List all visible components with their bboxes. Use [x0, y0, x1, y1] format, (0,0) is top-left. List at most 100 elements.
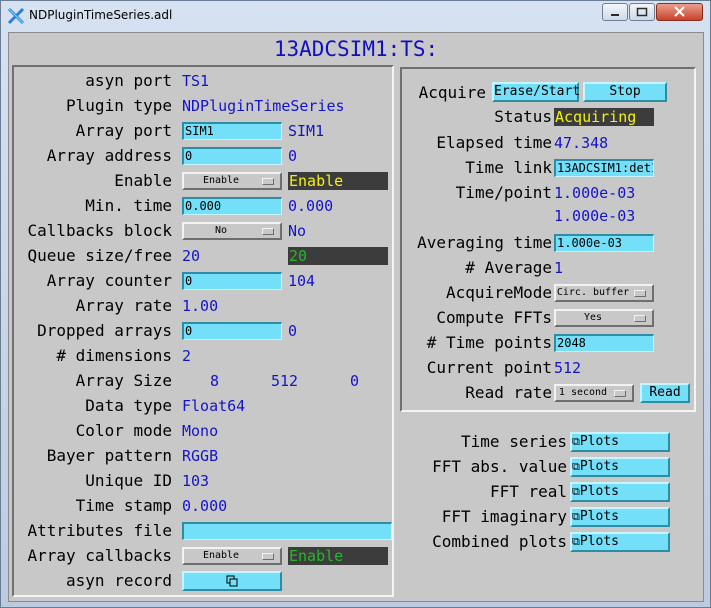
related-display-icon: ⧉ — [572, 435, 580, 448]
array-address-label: Array address — [46, 146, 172, 165]
fft-real-label: FFT real — [489, 482, 567, 501]
dimensions-label: # dimensions — [56, 346, 172, 365]
dimensions-value: 2 — [182, 347, 192, 365]
compute-ffts-menu-value: Yes — [583, 312, 603, 323]
minimize-button[interactable] — [602, 3, 628, 21]
array-port-readback: SIM1 — [288, 122, 325, 140]
time-link-label: Time link — [465, 158, 552, 177]
fft-imag-plots-button[interactable]: ⧉Plots — [570, 507, 670, 527]
current-point-value: 512 — [554, 359, 582, 377]
related-display-icon — [226, 575, 238, 587]
read-button[interactable]: Read — [640, 383, 690, 403]
combined-plots-label: Plots — [579, 534, 619, 549]
array-size-1: 512 — [271, 372, 299, 390]
read-rate-menu[interactable]: 1 second — [554, 384, 634, 402]
asyn-record-button[interactable] — [182, 571, 282, 591]
app-window: NDPluginTimeSeries.adl 13ADCSIM1:TS: asy… — [0, 0, 711, 608]
menu-indicator-icon — [262, 228, 274, 235]
fft-real-plots-button[interactable]: ⧉Plots — [570, 482, 670, 502]
related-display-icon: ⧉ — [572, 460, 580, 473]
menu-indicator-icon — [634, 290, 646, 297]
queue-size-label: Queue size/free — [27, 246, 173, 265]
attributes-file-label: Attributes file — [27, 521, 173, 540]
array-callbacks-readback: Enable — [288, 547, 388, 565]
enable-menu[interactable]: Enable — [182, 172, 282, 190]
callbacks-block-label: Callbacks block — [27, 221, 173, 240]
title-bar[interactable]: NDPluginTimeSeries.adl — [1, 1, 710, 31]
queue-size-value: 20 — [182, 247, 201, 265]
time-series-plots-button[interactable]: ⧉Plots — [570, 432, 670, 452]
min-time-label: Min. time — [85, 196, 172, 215]
fft-abs-label: FFT abs. value — [432, 457, 567, 476]
array-counter-readback: 104 — [288, 272, 316, 290]
time-point-label: Time/point — [455, 183, 552, 202]
acquire-mode-label: AcquireMode — [446, 283, 552, 302]
asyn-port-label: asyn port — [85, 71, 172, 90]
menu-indicator-icon — [262, 178, 274, 185]
enable-readback: Enable — [288, 172, 388, 190]
min-time-input[interactable]: 0.000 — [182, 197, 282, 215]
asyn-port-value: TS1 — [182, 72, 210, 90]
medm-app-icon — [7, 7, 25, 25]
time-points-input[interactable]: 2048 — [554, 334, 654, 352]
array-size-label: Array Size — [75, 371, 172, 390]
fft-real-plots-label: Plots — [579, 484, 619, 499]
time-series-label: Time series — [461, 432, 567, 451]
dropped-arrays-input[interactable]: 0 — [182, 322, 282, 340]
minimize-icon — [611, 14, 619, 16]
plugin-info-panel: asyn port TS1 Plugin type NDPluginTimeSe… — [12, 65, 394, 597]
close-button[interactable] — [656, 3, 703, 21]
color-mode-label: Color mode — [75, 421, 172, 440]
time-point-value: 1.000e-03 — [554, 184, 636, 202]
array-size-2: 0 — [350, 372, 360, 390]
array-size-0: 8 — [210, 372, 220, 390]
screen-title: 13ADCSIM1:TS: — [273, 37, 439, 61]
acquire-label: Acquire — [418, 83, 486, 102]
array-address-readback: 0 — [288, 147, 298, 165]
window-title: NDPluginTimeSeries.adl — [29, 8, 173, 22]
time-points-label: # Time points — [426, 333, 552, 352]
array-port-label: Array port — [75, 121, 172, 140]
array-callbacks-menu[interactable]: Enable — [182, 547, 282, 565]
maximize-icon — [636, 7, 648, 17]
time-point-readback: 1.000e-03 — [554, 207, 636, 225]
maximize-button[interactable] — [629, 3, 655, 21]
time-stamp-value: 0.000 — [182, 497, 228, 515]
array-counter-label: Array counter — [46, 271, 172, 290]
enable-label: Enable — [114, 171, 172, 190]
time-link-input[interactable]: 13ADCSIM1:det1 — [554, 159, 654, 177]
fft-imag-label: FFT imaginary — [441, 507, 567, 526]
combined-label: Combined plots — [432, 532, 567, 551]
erase-start-button[interactable]: Erase/Start — [492, 82, 580, 102]
current-point-label: Current point — [426, 358, 552, 377]
compute-ffts-label: Compute FFTs — [436, 308, 552, 327]
fft-imag-plots-label: Plots — [579, 509, 619, 524]
array-address-input[interactable]: 0 — [182, 147, 282, 165]
array-counter-input[interactable]: 0 — [182, 272, 282, 290]
fft-abs-plots-button[interactable]: ⧉Plots — [570, 457, 670, 477]
compute-ffts-menu[interactable]: Yes — [554, 309, 654, 327]
num-average-value: 1 — [554, 259, 564, 277]
fft-abs-plots-label: Plots — [579, 459, 619, 474]
callbacks-block-readback: No — [288, 222, 307, 240]
enable-menu-value: Enable — [202, 175, 240, 186]
color-mode-value: Mono — [182, 422, 219, 440]
queue-free-readback: 20 — [288, 247, 388, 265]
status-label: Status — [494, 107, 552, 126]
unique-id-label: Unique ID — [85, 471, 172, 490]
menu-indicator-icon — [614, 390, 626, 397]
bayer-pattern-value: RGGB — [182, 447, 219, 465]
attributes-file-input[interactable] — [182, 522, 392, 540]
averaging-time-input[interactable]: 1.000e-03 — [554, 234, 654, 252]
stop-button[interactable]: Stop — [583, 82, 667, 102]
callbacks-block-menu[interactable]: No — [182, 222, 282, 240]
combined-plots-button[interactable]: ⧉Plots — [570, 532, 670, 552]
dropped-arrays-label: Dropped arrays — [37, 321, 172, 340]
acquire-mode-menu[interactable]: Circ. buffer — [554, 284, 654, 302]
acquire-panel: Acquire Erase/Start Stop Status Acquirin… — [400, 67, 696, 412]
dropped-arrays-readback: 0 — [288, 322, 298, 340]
elapsed-time-label: Elapsed time — [436, 133, 552, 152]
menu-indicator-icon — [634, 315, 646, 322]
array-rate-value: 1.00 — [182, 297, 219, 315]
array-port-input[interactable]: SIM1 — [182, 122, 282, 140]
